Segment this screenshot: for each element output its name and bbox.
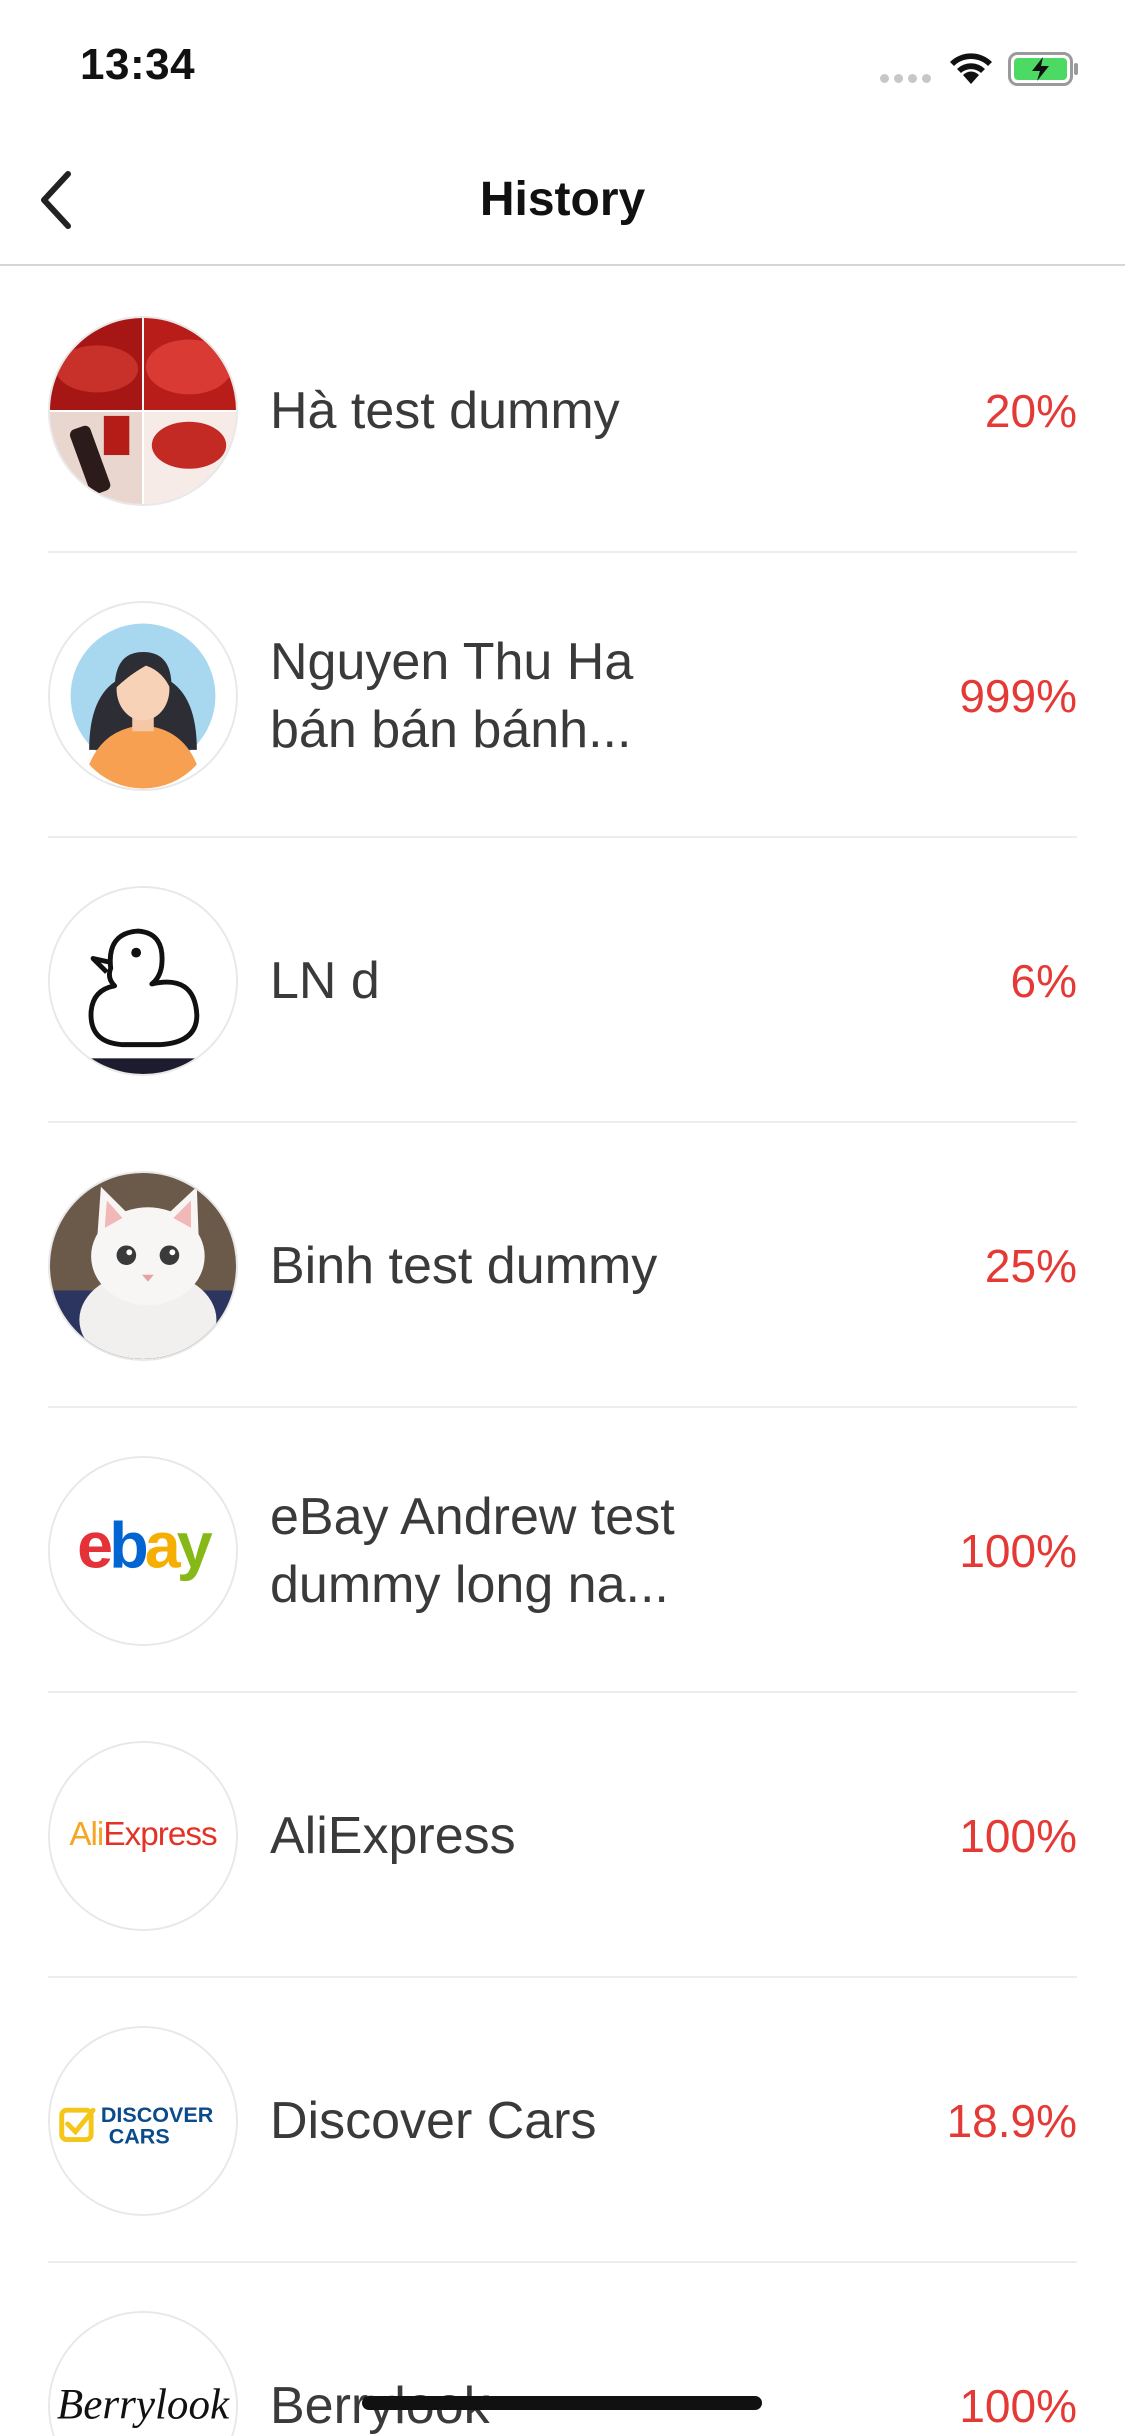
list-item[interactable]: DISCOVER CARS Discover Cars 18.9% — [0, 1978, 1125, 2263]
svg-text:Berrylook: Berrylook — [57, 2382, 230, 2429]
lipstick-photo-icon — [50, 318, 236, 504]
berrylook-logo-icon: Berrylook — [50, 2313, 236, 2436]
avatar: DISCOVER CARS — [48, 2026, 238, 2216]
discover-cars-logo-icon: DISCOVER CARS — [50, 2028, 236, 2214]
home-indicator — [362, 2396, 762, 2410]
avatar — [48, 1171, 238, 1361]
list-item[interactable]: Hà test dummy 20% — [0, 268, 1125, 553]
battery-charging-icon — [1008, 52, 1080, 86]
item-percent: 100% — [959, 2379, 1077, 2432]
item-name: LN d — [270, 951, 380, 1010]
avatar — [48, 601, 238, 791]
duck-outline-logo-icon — [50, 888, 236, 1074]
list-item[interactable]: AliExpress AliExpress 100% — [0, 1693, 1125, 1978]
avatar: ebay — [48, 1456, 238, 1646]
item-name: Discover Cars — [270, 2091, 597, 2150]
item-name: AliExpress — [270, 1806, 516, 1865]
wifi-icon — [948, 50, 994, 86]
svg-text:DISCOVER: DISCOVER — [101, 2103, 214, 2127]
default-woman-avatar-icon — [50, 603, 236, 789]
list-item[interactable]: ebay eBay Andrew test dummy long na... 1… — [0, 1408, 1125, 1693]
nav-bar: History — [0, 132, 1125, 266]
avatar — [48, 316, 238, 506]
item-name: eBay Andrew test dummy long na... — [270, 1487, 675, 1614]
aliexpress-logo-icon: AliExpress — [50, 1743, 236, 1929]
item-percent: 100% — [959, 1809, 1077, 1862]
white-kitten-photo-icon — [50, 1173, 236, 1359]
svg-text:CARS: CARS — [109, 2125, 170, 2149]
list-item[interactable]: Binh test dummy 25% — [0, 1123, 1125, 1408]
page-title: History — [479, 173, 646, 226]
svg-text:ebay: ebay — [77, 1510, 213, 1582]
status-bar: 13:34 — [0, 0, 1125, 132]
item-name: Binh test dummy — [270, 1236, 658, 1295]
ebay-logo-icon: ebay — [50, 1458, 236, 1644]
signal-icon — [880, 74, 934, 84]
item-percent: 25% — [984, 1239, 1077, 1292]
avatar: AliExpress — [48, 1741, 238, 1931]
item-percent: 18.9% — [946, 2094, 1077, 2147]
list-item[interactable]: LN d 6% — [0, 838, 1125, 1123]
history-list: Hà test dummy 20% Nguyen Thu Ha bán bán … — [0, 268, 1125, 2436]
avatar: Berrylook — [48, 2311, 238, 2436]
item-percent: 20% — [984, 384, 1077, 437]
list-item[interactable]: Berrylook Berrylook 100% — [0, 2263, 1125, 2436]
item-percent: 100% — [959, 1524, 1077, 1577]
item-percent: 999% — [959, 669, 1077, 722]
svg-text:AliExpress: AliExpress — [69, 1816, 217, 1853]
list-item[interactable]: Nguyen Thu Ha bán bán bánh... 999% — [0, 553, 1125, 838]
avatar — [48, 886, 238, 1076]
item-percent: 6% — [1010, 954, 1077, 1007]
item-name: Hà test dummy — [270, 381, 620, 440]
item-name: Nguyen Thu Ha bán bán bánh... — [270, 632, 634, 759]
status-time: 13:34 — [80, 40, 196, 89]
